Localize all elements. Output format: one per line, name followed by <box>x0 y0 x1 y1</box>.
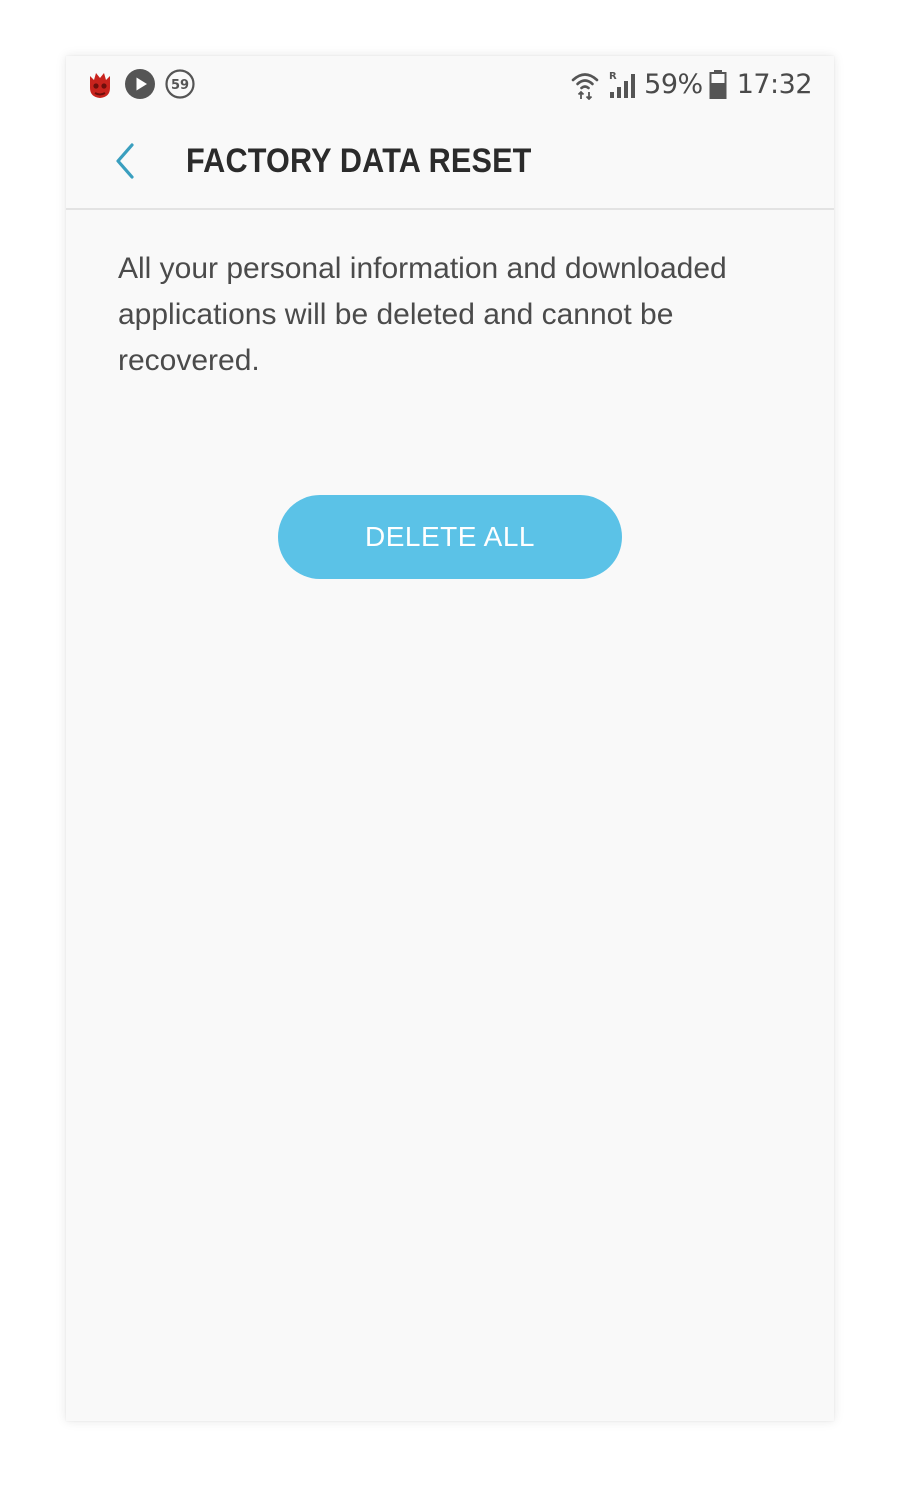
status-bar: 59 R 59% 17:32 <box>66 56 834 112</box>
notification-icons: 59 <box>84 68 196 100</box>
phone-screen: 59 R 59% 17:32 FACTORY DATA RESET All yo… <box>66 56 834 1421</box>
antutu-icon <box>90 73 110 98</box>
signal-icon: R <box>609 71 636 98</box>
clock: 17:32 <box>736 68 813 100</box>
delete-all-button[interactable]: DELETE ALL <box>278 495 622 579</box>
counter-badge-text: 59 <box>171 78 189 93</box>
counter-59-icon: 59 <box>165 69 195 99</box>
back-button[interactable] <box>102 138 148 184</box>
app-header: FACTORY DATA RESET <box>66 112 834 210</box>
battery-percent: 59% <box>644 68 703 100</box>
system-status: R 59% 17:32 <box>570 66 813 102</box>
roaming-indicator: R <box>609 71 617 82</box>
chevron-left-icon <box>116 143 134 179</box>
page-title: FACTORY DATA RESET <box>186 142 532 180</box>
wifi-icon <box>571 73 599 100</box>
battery-icon <box>709 70 727 99</box>
reset-description: All your personal information and downlo… <box>118 252 727 377</box>
play-icon <box>125 69 155 99</box>
